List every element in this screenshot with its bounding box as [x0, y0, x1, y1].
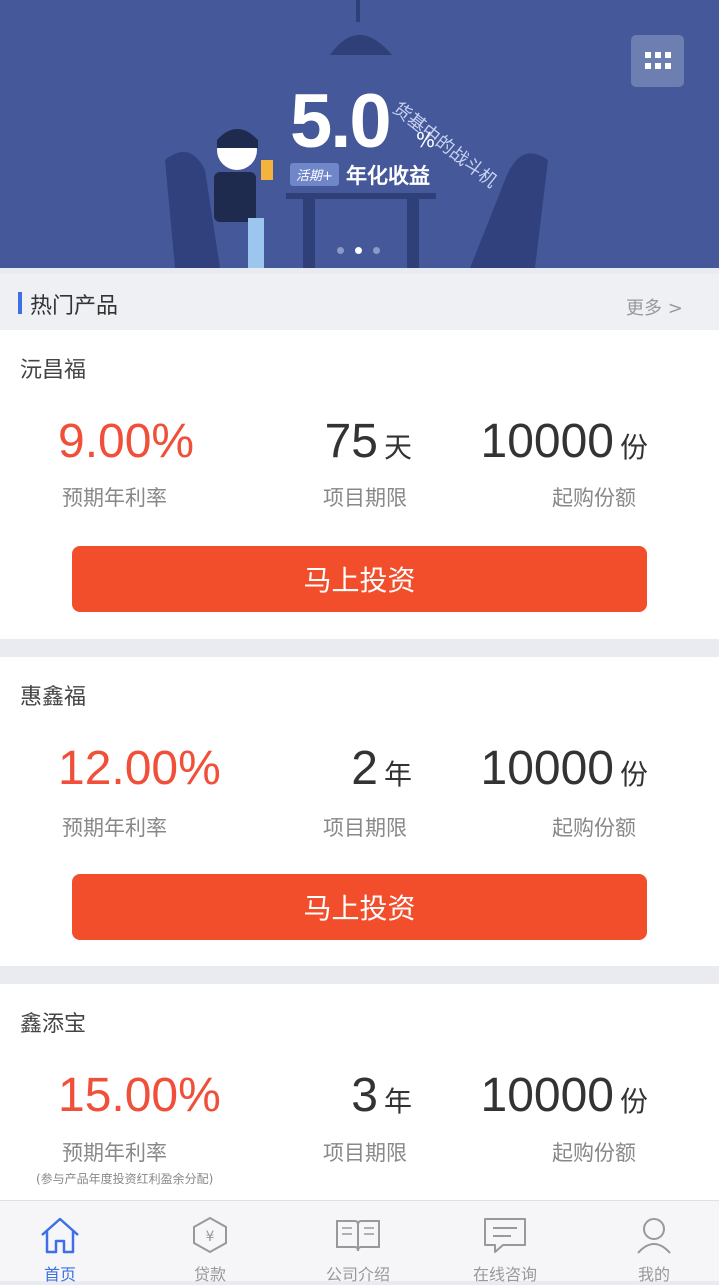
banner-subtitle: 年化收益 [346, 164, 430, 188]
banner-badge: 活期+ [290, 163, 339, 186]
tab-label: 在线咨询 [472, 1265, 537, 1284]
rate-label: 预期年利率 [62, 816, 167, 840]
tab-label: 贷款 [193, 1265, 226, 1284]
promo-banner[interactable]: 货基中的战斗机 5.0 % 活期+ 年化收益 [0, 0, 719, 268]
section-header: 热门产品 更多 > [0, 274, 719, 330]
product-term: 3年 [300, 1068, 412, 1123]
term-label: 项目期限 [323, 486, 407, 510]
tab-label: 首页 [43, 1265, 76, 1284]
min-label: 起购份额 [552, 816, 636, 840]
product-card: 鑫添宝 15.00% 预期年利率 (参与产品年度投资红利盈余分配) 3年 项目期… [0, 984, 719, 1200]
term-value: 75 [324, 415, 378, 468]
product-rate: 15.00% [58, 1069, 221, 1122]
banner-percent: % [416, 128, 436, 152]
term-unit: 天 [383, 432, 412, 463]
svg-text:¥: ¥ [206, 1229, 215, 1245]
carousel-dot[interactable] [373, 247, 380, 254]
grid-menu-button[interactable] [631, 35, 684, 87]
tab-company[interactable]: 公司介绍 [298, 1215, 418, 1285]
product-rate: 12.00% [58, 742, 221, 795]
user-icon [637, 1218, 671, 1254]
bottom-tab-bar: 首页 ¥ 贷款 公司介绍 在线咨询 我的 [0, 1200, 719, 1284]
rate-note: (参与产品年度投资红利盈余分配) [36, 1172, 214, 1186]
min-unit: 份 [619, 432, 648, 463]
term-unit: 年 [383, 759, 412, 790]
min-label: 起购份额 [552, 486, 636, 510]
product-rate: 9.00% [58, 415, 195, 468]
book-icon [336, 1220, 380, 1252]
tab-home[interactable]: 首页 [0, 1215, 120, 1285]
min-value: 10000 [480, 742, 614, 795]
chat-icon [484, 1218, 526, 1253]
product-name: 鑫添宝 [20, 1012, 87, 1037]
tab-label: 公司介绍 [325, 1265, 390, 1284]
section-accent-bar [18, 292, 22, 314]
term-value: 2 [351, 742, 378, 795]
term-label: 项目期限 [323, 1141, 407, 1165]
rate-label: 预期年利率 [62, 1141, 167, 1165]
term-value: 3 [351, 1069, 378, 1122]
product-min: 10000 份 [470, 1068, 649, 1123]
term-unit: 年 [383, 1086, 412, 1117]
product-term: 2年 [300, 741, 412, 796]
min-value: 10000 [480, 1069, 614, 1122]
product-card: 惠鑫福 12.00% 预期年利率 2年 项目期限 10000 份 起购份额 马上投… [0, 657, 719, 966]
grid-icon [644, 52, 671, 70]
tab-label: 我的 [637, 1265, 670, 1284]
yuan-icon: ¥ [193, 1216, 227, 1254]
product-min: 10000 份 [470, 414, 649, 469]
carousel-dot-active[interactable] [355, 247, 362, 254]
invest-button[interactable]: 马上投资 [72, 874, 647, 940]
tab-loan[interactable]: ¥ 贷款 [150, 1215, 270, 1285]
carousel-dots[interactable] [337, 247, 380, 254]
tab-mine[interactable]: 我的 [594, 1215, 714, 1285]
invest-button[interactable]: 马上投资 [72, 546, 647, 612]
min-value: 10000 [480, 415, 614, 468]
product-card: 沅昌福 9.00% 预期年利率 75 天 项目期限 10000 份 起购份额 马上投… [0, 330, 719, 639]
min-unit: 份 [619, 1086, 648, 1117]
home-icon [41, 1217, 79, 1254]
section-title: 热门产品 [30, 294, 119, 319]
min-label: 起购份额 [552, 1141, 636, 1165]
rate-label: 预期年利率 [62, 486, 167, 510]
carousel-dot[interactable] [337, 247, 344, 254]
product-name: 惠鑫福 [20, 685, 87, 710]
more-link[interactable]: 更多 > [626, 294, 683, 320]
term-label: 项目期限 [323, 816, 407, 840]
product-min: 10000 份 [470, 741, 649, 796]
banner-rate: 5.0 [290, 79, 392, 164]
product-name: 沅昌福 [20, 358, 87, 383]
min-unit: 份 [619, 759, 648, 790]
tab-chat[interactable]: 在线咨询 [445, 1215, 565, 1285]
product-term: 75 天 [300, 414, 412, 469]
